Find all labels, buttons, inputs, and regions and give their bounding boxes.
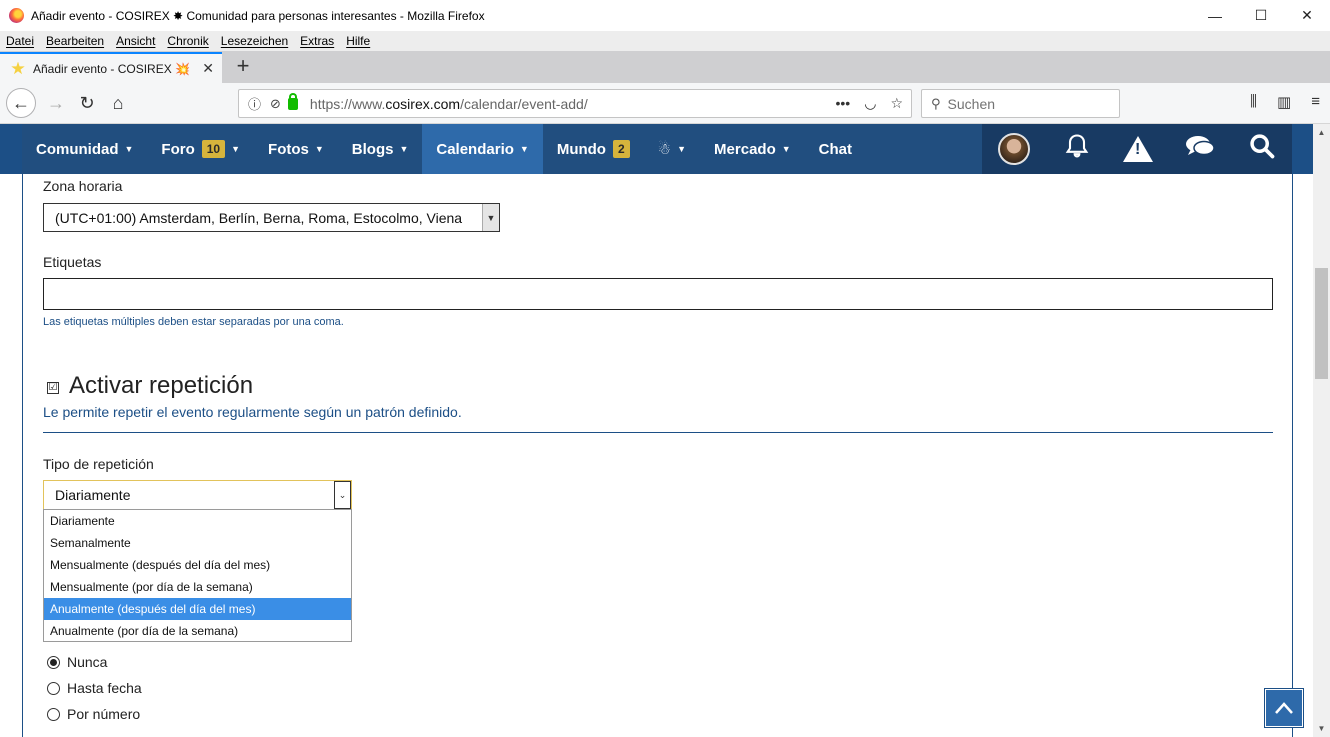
repeat-type-label: Tipo de repetición (43, 456, 154, 472)
scroll-up-icon[interactable]: ▲ (1313, 124, 1330, 141)
option-anual-dia-mes[interactable]: Anualmente (después del día del mes) (44, 598, 351, 620)
menu-bearbeiten[interactable]: Bearbeiten (46, 34, 104, 48)
repeat-description: Le permite repetir el evento regularment… (43, 404, 462, 420)
repeat-checkbox[interactable]: ☑ (47, 382, 59, 394)
repeat-type-dropdown: Diariamente Semanalmente Mensualmente (d… (43, 509, 352, 642)
forward-button[interactable]: → (41, 88, 71, 118)
tracking-protection-icon[interactable]: ⊘ (270, 96, 281, 112)
repeat-type-select[interactable]: Diariamente ⌄ (43, 480, 352, 510)
nav-chat[interactable]: Chat (805, 124, 866, 174)
menu-bar: Datei Bearbeiten Ansicht Chronik Lesezei… (0, 31, 1330, 51)
section-divider (43, 432, 1273, 433)
library-icon[interactable]: ⫼ (1250, 93, 1257, 111)
tab-close-icon[interactable]: ✕ (202, 60, 214, 77)
page-actions-icon[interactable]: ••• (836, 95, 851, 112)
scroll-to-top-button[interactable] (1265, 689, 1303, 727)
firefox-logo-icon (9, 8, 24, 23)
timezone-label: Zona horaria (43, 178, 123, 194)
site-navigation: Comunidad ▼ Foro 10 ▼ Fotos ▼ Blogs ▼ Ca… (0, 124, 1313, 174)
chevron-down-icon: ⌄ (334, 481, 351, 509)
menu-ansicht[interactable]: Ansicht (116, 34, 155, 48)
search-bar[interactable]: ⚲ Suchen (921, 89, 1120, 118)
chat-bubbles-icon[interactable] (1185, 133, 1216, 166)
menu-chronik[interactable]: Chronik (167, 34, 208, 48)
radio-hasta-fecha[interactable]: Hasta fecha (47, 680, 142, 696)
nav-fotos[interactable]: Fotos ▼ (254, 124, 338, 174)
nav-comunidad[interactable]: Comunidad ▼ (22, 124, 147, 174)
count-badge: 10 (201, 140, 226, 158)
timezone-select[interactable]: (UTC+01:00) Amsterdam, Berlín, Berna, Ro… (43, 203, 500, 232)
bell-icon[interactable] (1063, 132, 1091, 167)
window-title: Añadir evento - COSIREX ✸ Comunidad para… (31, 8, 485, 23)
menu-datei[interactable]: Datei (6, 34, 34, 48)
magnifier-icon: ⚲ (931, 95, 941, 111)
lock-icon[interactable] (287, 92, 298, 110)
navigation-toolbar: ← → ↻ ⌂ ⓘ ⊘ https://www.cosirex.com/cale… (0, 83, 1330, 124)
bookmark-star-icon[interactable]: ☆ (890, 95, 903, 112)
snowman-icon: ☃ (657, 141, 672, 158)
back-button[interactable]: ← (6, 88, 36, 118)
url-bar[interactable]: ⓘ ⊘ https://www.cosirex.com/calendar/eve… (238, 89, 912, 118)
tab-active[interactable]: Añadir evento - COSIREX 💥 Co ✕ (0, 52, 222, 83)
repeat-section-title: Activar repetición (69, 372, 254, 399)
nav-mercado[interactable]: Mercado ▼ (700, 124, 805, 174)
scrollbar-thumb[interactable] (1315, 268, 1328, 379)
radio-button[interactable] (47, 681, 60, 695)
chevron-down-icon: ▼ (781, 144, 791, 154)
search-placeholder: Suchen (947, 95, 996, 112)
option-mensual-dia-mes[interactable]: Mensualmente (después del día del mes) (44, 554, 351, 576)
sidebar-icon[interactable]: ▥ (1277, 93, 1291, 111)
window-controls: — ☐ ✕ (1192, 0, 1330, 31)
home-button[interactable]: ⌂ (103, 88, 133, 118)
close-window-button[interactable]: ✕ (1284, 0, 1330, 31)
pocket-icon[interactable]: ◡ (864, 95, 876, 112)
chevron-down-icon: ▼ (519, 144, 529, 154)
menu-lesezeichen[interactable]: Lesezeichen (221, 34, 288, 48)
url-text[interactable]: https://www.cosirex.com/calendar/event-a… (310, 96, 588, 112)
radio-button[interactable] (47, 707, 60, 721)
option-semanalmente[interactable]: Semanalmente (44, 532, 351, 554)
new-tab-button[interactable]: + (232, 53, 254, 79)
radio-por-numero[interactable]: Por número (47, 706, 140, 722)
reload-button[interactable]: ↻ (72, 88, 102, 118)
info-icon[interactable]: ⓘ (248, 94, 261, 113)
window-title-bar: Añadir evento - COSIREX ✸ Comunidad para… (0, 0, 1330, 31)
avatar[interactable] (998, 133, 1031, 165)
page-scrollbar[interactable]: ▲ ▼ (1313, 124, 1330, 737)
radio-button[interactable] (47, 655, 60, 669)
tags-label: Etiquetas (43, 254, 102, 270)
nav-blogs[interactable]: Blogs ▼ (338, 124, 423, 174)
nav-calendario[interactable]: Calendario ▼ (422, 124, 543, 174)
search-icon[interactable] (1248, 132, 1276, 167)
chevron-down-icon: ▼ (677, 144, 687, 154)
minimize-button[interactable]: — (1192, 0, 1238, 31)
user-panel (982, 124, 1292, 174)
maximize-button[interactable]: ☐ (1238, 0, 1284, 31)
chevron-down-icon: ▼ (399, 144, 409, 154)
chevron-down-icon: ▼ (231, 144, 241, 154)
option-anual-dia-semana[interactable]: Anualmente (por día de la semana) (44, 620, 351, 642)
tags-help-text: Las etiquetas múltiples deben estar sepa… (43, 316, 344, 328)
radio-nunca[interactable]: Nunca (47, 654, 107, 670)
menu-hilfe[interactable]: Hilfe (346, 34, 370, 48)
chevron-down-icon: ▼ (124, 144, 134, 154)
event-form: Zona horaria (UTC+01:00) Amsterdam, Berl… (22, 174, 1293, 737)
chevron-down-icon: ▼ (314, 144, 324, 154)
count-badge: 2 (612, 140, 630, 158)
option-diariamente[interactable]: Diariamente (44, 510, 351, 532)
nav-foro[interactable]: Foro 10 ▼ (147, 124, 254, 174)
nav-snowman[interactable]: ☃ ▼ (644, 124, 700, 174)
scroll-down-icon[interactable]: ▼ (1313, 720, 1330, 737)
nav-mundo[interactable]: Mundo 2 (543, 124, 644, 174)
hamburger-menu-icon[interactable]: ≡ (1311, 93, 1320, 111)
star-favicon-icon (10, 61, 26, 77)
tab-label: Añadir evento - COSIREX 💥 Co (33, 61, 193, 76)
chevron-down-icon: ▼ (482, 204, 499, 231)
tab-bar: Añadir evento - COSIREX 💥 Co ✕ + (0, 51, 1330, 83)
option-mensual-dia-semana[interactable]: Mensualmente (por día de la semana) (44, 576, 351, 598)
warning-icon[interactable] (1122, 136, 1153, 162)
menu-extras[interactable]: Extras (300, 34, 334, 48)
tags-input[interactable] (43, 278, 1273, 310)
